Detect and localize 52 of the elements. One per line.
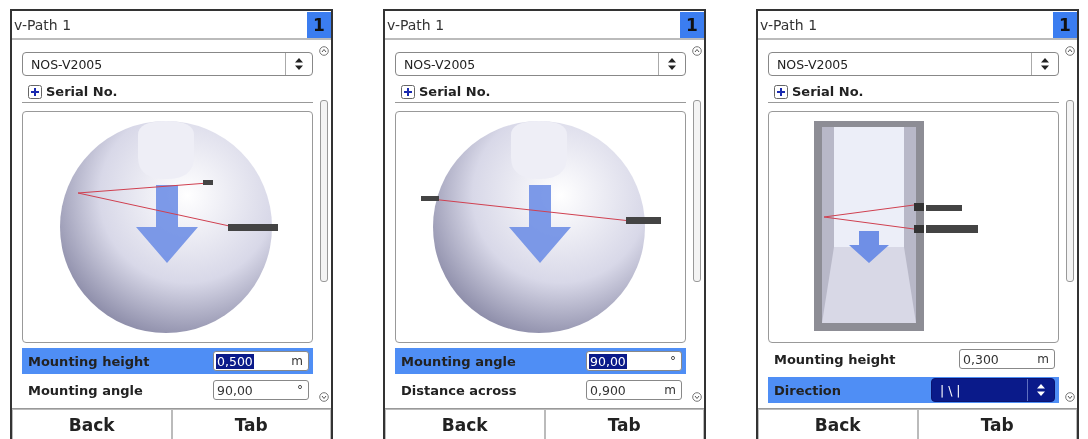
parameter-label: Mounting height — [28, 353, 150, 369]
parameter-row[interactable]: Mounting height 0,300 m — [768, 346, 1059, 372]
screen-title: v-Path 1 — [14, 16, 72, 33]
spinner-icon — [294, 57, 304, 71]
serial-number-label: Serial No. — [46, 84, 118, 99]
parameter-row[interactable]: Mounting angle 90,00 ° — [395, 348, 686, 374]
value-field[interactable]: 90,00 ° — [213, 380, 309, 400]
tab-button[interactable]: Tab — [917, 409, 1077, 439]
scroll-down-icon[interactable] — [692, 392, 702, 402]
scroll-up-icon[interactable] — [319, 46, 329, 56]
screen-title: v-Path 1 — [760, 16, 818, 33]
spinner-icon — [667, 57, 677, 71]
expand-icon[interactable] — [774, 84, 788, 99]
page-number: 1 — [307, 11, 331, 38]
value-field[interactable]: 0,900 m — [586, 380, 682, 400]
parameter-label: Direction — [774, 382, 842, 398]
direction-select[interactable]: | \ | — [931, 378, 1055, 402]
tab-button[interactable]: Tab — [544, 409, 704, 439]
parameter-label: Distance across — [401, 382, 517, 398]
value-field[interactable]: 0,300 m — [959, 349, 1055, 369]
parameter-label: Mounting angle — [28, 382, 143, 398]
expand-icon[interactable] — [401, 84, 415, 99]
parameter-row[interactable]: Direction | \ | — [768, 377, 1059, 403]
scroll-up-icon[interactable] — [1065, 46, 1075, 56]
back-button[interactable]: Back — [385, 409, 545, 439]
value-field[interactable]: 0,500 m — [213, 351, 309, 371]
parameter-row[interactable]: Mounting angle 90,00 ° — [22, 377, 313, 403]
page-number: 1 — [1053, 11, 1077, 38]
scroll-down-icon[interactable] — [319, 392, 329, 402]
serial-number-label: Serial No. — [419, 84, 491, 99]
sensor-select[interactable]: NOS-V2005 — [395, 52, 686, 76]
scroll-thumb[interactable] — [693, 100, 701, 282]
scroll-thumb[interactable] — [1066, 100, 1074, 282]
parameter-label: Mounting angle — [401, 353, 516, 369]
back-button[interactable]: Back — [12, 409, 172, 439]
page-number: 1 — [680, 11, 704, 38]
serial-number-label: Serial No. — [792, 84, 864, 99]
tab-button[interactable]: Tab — [171, 409, 331, 439]
back-button[interactable]: Back — [758, 409, 918, 439]
screen-title: v-Path 1 — [387, 16, 445, 33]
scroll-thumb[interactable] — [320, 100, 328, 282]
value-field[interactable]: 90,00 ° — [586, 351, 682, 371]
parameter-row[interactable]: Distance across 0,900 m — [395, 377, 686, 403]
sensor-select[interactable]: NOS-V2005 — [768, 52, 1059, 76]
parameter-row[interactable]: Mounting height 0,500 m — [22, 348, 313, 374]
spinner-icon — [1040, 57, 1050, 71]
sensor-select[interactable]: NOS-V2005 — [22, 52, 313, 76]
scroll-down-icon[interactable] — [1065, 392, 1075, 402]
parameter-label: Mounting height — [774, 351, 896, 367]
scroll-up-icon[interactable] — [692, 46, 702, 56]
spinner-icon — [1036, 383, 1046, 397]
expand-icon[interactable] — [28, 84, 42, 99]
